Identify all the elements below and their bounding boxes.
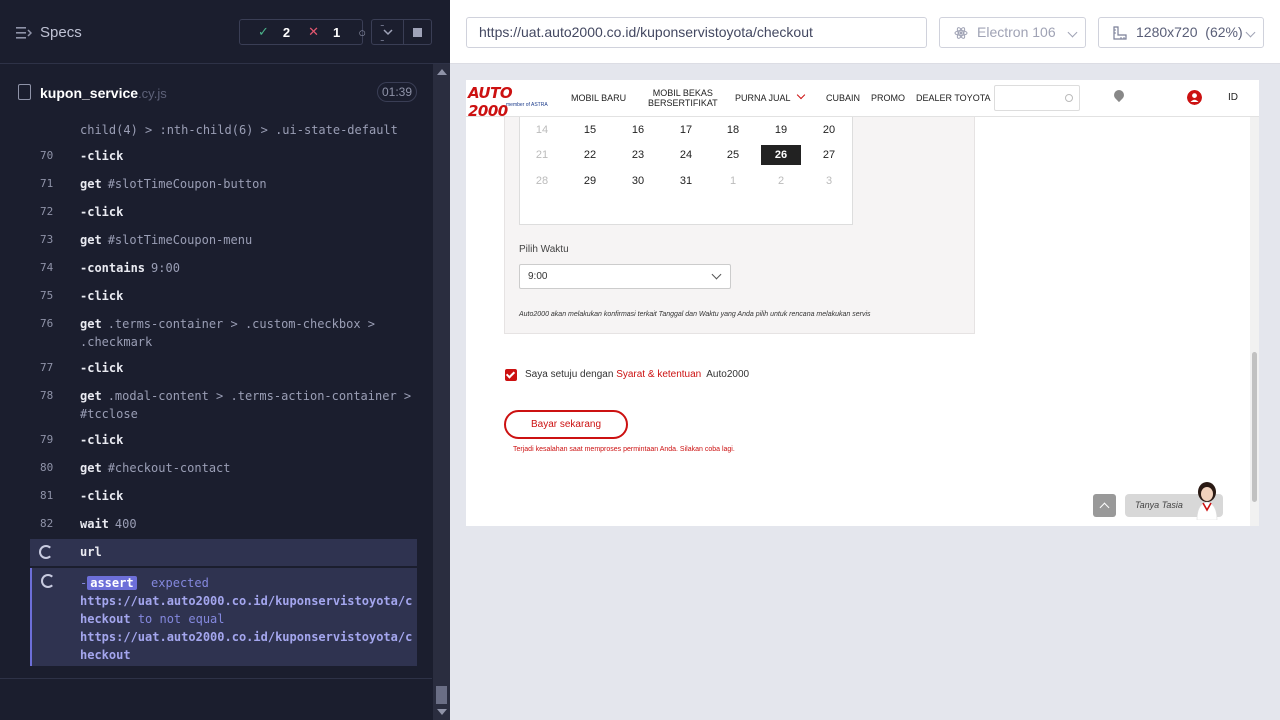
calendar-day[interactable]: 29 bbox=[570, 171, 610, 191]
auto2000-logo[interactable]: AUTO 2000 member of ASTRA bbox=[468, 84, 554, 120]
passed-count: ✓ 2 bbox=[258, 24, 291, 40]
chevron-down-icon bbox=[1067, 27, 1078, 38]
site-search-input[interactable] bbox=[994, 85, 1080, 111]
date-picker-calendar: 14 15 16 17 18 19 20 21 22 23 24 25 26 27 28 29 30 31 1 2 3 bbox=[519, 111, 853, 225]
nav-dealer-toyota[interactable]: DEALER TOYOTA bbox=[916, 93, 991, 103]
spinner-icon bbox=[39, 545, 53, 559]
nav-cubain[interactable]: CUBAIN bbox=[826, 93, 860, 103]
terms-checkbox[interactable] bbox=[505, 369, 517, 381]
chevron-down-icon bbox=[711, 269, 722, 280]
calendar-day[interactable]: 30 bbox=[618, 171, 658, 191]
terms-link[interactable]: Syarat & ketentuan bbox=[616, 369, 701, 380]
confirmation-note: Auto2000 akan melakukan konfirmasi terka… bbox=[519, 311, 871, 318]
pay-now-button[interactable]: Bayar sekarang bbox=[504, 410, 628, 439]
failed-count: ✕ 1 bbox=[308, 24, 341, 40]
calendar-day[interactable]: 15 bbox=[570, 120, 610, 140]
error-message: Terjadi kesalahan saat memproses permint… bbox=[513, 446, 735, 453]
site-scrollbar[interactable] bbox=[1250, 80, 1259, 526]
calendar-day[interactable]: 23 bbox=[618, 145, 658, 165]
electron-icon bbox=[954, 27, 968, 39]
spec-file-header: kupon_service.cy.js 01:39 bbox=[0, 65, 432, 119]
app-under-test-frame: AUTO 2000 member of ASTRA MOBIL BARU MOB… bbox=[466, 80, 1259, 526]
nav-mobil-baru[interactable]: MOBIL BARU bbox=[571, 93, 626, 103]
command-log-scrollbar[interactable] bbox=[433, 64, 450, 720]
terms-label: Saya setuju dengan Syarat & ketentuan Au… bbox=[525, 369, 750, 380]
scroll-up-icon[interactable] bbox=[437, 69, 447, 75]
calendar-day[interactable]: 31 bbox=[666, 171, 706, 191]
calendar-day[interactable]: 24 bbox=[666, 145, 706, 165]
command-log-panel: Specs ✓ 2 ✕ 1 ○ -- kupon_service.cy.js 0… bbox=[0, 0, 450, 720]
specs-header: Specs ✓ 2 ✕ 1 ○ -- bbox=[0, 0, 450, 64]
spinner-icon bbox=[41, 574, 55, 588]
language-switch[interactable]: ID bbox=[1228, 92, 1238, 103]
spec-file-name[interactable]: kupon_service.cy.js bbox=[40, 85, 167, 101]
calendar-day: 1 bbox=[729, 175, 737, 187]
chevron-down-icon bbox=[1245, 27, 1256, 38]
scrollbar-thumb[interactable] bbox=[1252, 352, 1257, 502]
checkmark-icon bbox=[505, 369, 516, 379]
document-icon bbox=[18, 84, 31, 100]
viewport-selector[interactable]: 1280x720 (62%) bbox=[1098, 17, 1264, 48]
stop-button[interactable] bbox=[403, 19, 432, 45]
chevron-up-icon bbox=[1099, 502, 1110, 513]
calendar-day: 14 bbox=[535, 124, 549, 136]
spinner-icon: ○ bbox=[358, 24, 367, 40]
url-bar[interactable]: https://uat.auto2000.co.id/kuponservisto… bbox=[466, 17, 927, 48]
browser-toolbar: https://uat.auto2000.co.id/kuponservisto… bbox=[450, 0, 1280, 64]
chevron-down-icon[interactable] bbox=[796, 90, 806, 100]
nav-purna-jual[interactable]: PURNA JUAL bbox=[735, 93, 791, 103]
command-log-footer bbox=[0, 678, 432, 720]
calendar-day[interactable]: 18 bbox=[713, 120, 753, 140]
calendar-day: 28 bbox=[535, 175, 549, 187]
nav-promo[interactable]: PROMO bbox=[871, 93, 905, 103]
chevron-down-icon bbox=[383, 29, 393, 36]
ruler-icon bbox=[1113, 26, 1127, 40]
run-duration: 01:39 bbox=[377, 82, 417, 102]
calendar-day-selected[interactable]: 26 bbox=[761, 145, 801, 165]
command-row-pending-assert[interactable]: - assert expected https://uat.auto2000.co… bbox=[30, 568, 417, 666]
calendar-day[interactable]: 17 bbox=[666, 120, 706, 140]
calendar-day[interactable]: 20 bbox=[809, 120, 849, 140]
assert-message: - assert expected https://uat.auto2000.co… bbox=[80, 576, 413, 662]
scrollbar-thumb[interactable] bbox=[436, 686, 447, 704]
stop-icon bbox=[413, 28, 422, 37]
location-pin-icon[interactable] bbox=[1111, 87, 1127, 103]
schedule-card: 14 15 16 17 18 19 20 21 22 23 24 25 26 27 28 29 30 31 1 2 3 … bbox=[504, 110, 975, 334]
nav-mobil-bekas[interactable]: MOBIL BEKAS BERSERTIFIKAT bbox=[648, 88, 718, 108]
calendar-day[interactable]: 25 bbox=[713, 145, 753, 165]
site-header: AUTO 2000 member of ASTRA MOBIL BARU MOB… bbox=[466, 80, 1259, 120]
check-icon: ✓ bbox=[258, 24, 269, 39]
calendar-day[interactable]: 16 bbox=[618, 120, 658, 140]
calendar-day[interactable]: 27 bbox=[809, 145, 849, 165]
calendar-day: 3 bbox=[825, 175, 833, 187]
calendar-day: 2 bbox=[777, 175, 785, 187]
scroll-down-icon[interactable] bbox=[437, 709, 447, 715]
user-account-icon[interactable] bbox=[1187, 90, 1202, 105]
tasia-avatar[interactable] bbox=[1191, 480, 1223, 520]
time-label: Pilih Waktu bbox=[519, 244, 569, 255]
cross-icon: ✕ bbox=[308, 24, 320, 39]
search-icon bbox=[1065, 94, 1073, 102]
time-select[interactable]: 9:00 bbox=[519, 264, 731, 289]
test-stats: ✓ 2 ✕ 1 ○ -- bbox=[239, 17, 384, 47]
specs-menu-icon[interactable] bbox=[16, 26, 32, 40]
options-dropdown-button[interactable] bbox=[371, 19, 404, 45]
specs-label[interactable]: Specs bbox=[40, 24, 82, 41]
scroll-to-top-button[interactable] bbox=[1093, 494, 1116, 517]
calendar-day[interactable]: 22 bbox=[570, 145, 610, 165]
calendar-day: 21 bbox=[535, 149, 549, 161]
command-row-pending-url[interactable]: url bbox=[30, 539, 417, 566]
browser-selector[interactable]: Electron 106 bbox=[939, 17, 1086, 48]
calendar-day[interactable]: 19 bbox=[761, 120, 801, 140]
